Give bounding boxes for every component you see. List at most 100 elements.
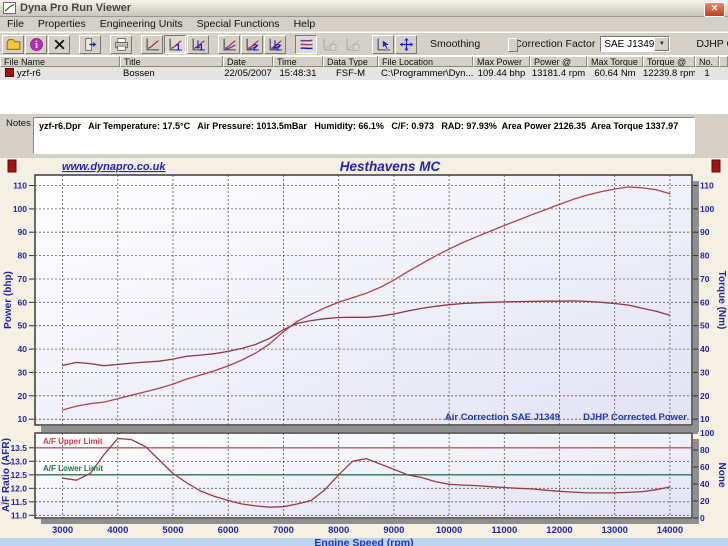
svg-text:110: 110: [13, 181, 27, 191]
graph-multi-icon[interactable]: [218, 34, 240, 54]
af-plot-shadow-bottom: [41, 519, 699, 524]
svg-text:9000: 9000: [383, 525, 404, 536]
svg-text:5000: 5000: [162, 525, 183, 536]
svg-text:60: 60: [18, 297, 28, 307]
cell-torque-at: 12239.8 rpm: [643, 68, 695, 79]
cell-title: Bossen: [123, 68, 155, 79]
col-time[interactable]: Time: [273, 56, 323, 67]
svg-text:50: 50: [700, 321, 710, 331]
svg-text:30: 30: [700, 367, 710, 377]
svg-text:10: 10: [700, 414, 710, 424]
svg-text:40: 40: [18, 344, 28, 354]
col-torque-at[interactable]: Torque @: [643, 56, 695, 67]
close-button[interactable]: ✕: [704, 2, 725, 17]
djhp-annotation: DJHP Corrected Power: [583, 412, 687, 423]
svg-text:7000: 7000: [273, 525, 294, 536]
table-empty-area[interactable]: [0, 80, 728, 114]
graph-1-icon[interactable]: 1: [164, 34, 186, 54]
graph-2-cursor-icon[interactable]: 2: [264, 34, 286, 54]
website-link[interactable]: www.dynapro.co.uk: [62, 161, 166, 173]
none-axis-title: None: [716, 463, 727, 488]
svg-text:13000: 13000: [601, 525, 627, 536]
delete-run-icon[interactable]: [48, 34, 70, 54]
right-cursor-marker[interactable]: [711, 159, 721, 173]
cell-max-power: 109.44 bhp: [477, 68, 526, 79]
app-window: Dyna Pro Run Viewer ✕ File Properties En…: [0, 0, 728, 546]
svg-text:13.0: 13.0: [10, 456, 27, 466]
afr-axis-title: A/F Ratio (AFR): [1, 438, 12, 512]
cell-no: 1: [704, 68, 710, 79]
svg-text:2: 2: [252, 42, 257, 52]
open-run-icon[interactable]: [2, 34, 24, 54]
svg-text:30: 30: [18, 367, 28, 377]
col-title[interactable]: Title: [120, 56, 223, 67]
af-plot-bg: [35, 433, 692, 518]
correction-factor-value: SAE J1349: [604, 38, 655, 50]
cell-date: 22/05/2007: [224, 68, 272, 79]
pointer-mode-icon[interactable]: [372, 34, 394, 54]
smoothing-slider-thumb[interactable]: [508, 38, 519, 52]
window-title: Dyna Pro Run Viewer: [20, 2, 132, 14]
svg-text:8000: 8000: [328, 525, 349, 536]
dropdown-arrow-icon[interactable]: ▼: [654, 37, 670, 51]
svg-text:80: 80: [700, 445, 710, 455]
svg-text:80: 80: [700, 251, 710, 261]
col-no[interactable]: No.: [695, 56, 719, 67]
col-power-at[interactable]: Power @: [530, 56, 587, 67]
svg-text:13.5: 13.5: [10, 443, 27, 453]
col-data-type[interactable]: Data Type: [323, 56, 378, 67]
table-row[interactable]: yzf-r6 Bossen 22/05/2007 15:48:31 FSF-M …: [0, 67, 728, 80]
correction-factor-dropdown[interactable]: SAE J1349 ▼: [600, 36, 671, 52]
col-max-torque[interactable]: Max Torque: [587, 56, 643, 67]
svg-text:20: 20: [18, 391, 28, 401]
graph-view-icon[interactable]: [141, 34, 163, 54]
svg-text:70: 70: [700, 274, 710, 284]
svg-text:i: i: [35, 39, 38, 50]
smoothing-label: Smoothing: [430, 38, 481, 50]
svg-text:100: 100: [13, 204, 27, 214]
graph-1-cursor-icon[interactable]: 1: [187, 34, 209, 54]
dyno-chart-panel: 10 10 20 20 30 30 40 40 50 50 60 60 70 70 80 80 90 90 100 1…: [0, 158, 728, 546]
exit-icon[interactable]: [79, 34, 101, 54]
svg-text:1: 1: [175, 42, 180, 52]
col-date[interactable]: Date: [223, 56, 273, 67]
svg-text:0: 0: [700, 513, 705, 523]
main-plot-shadow-bottom: [41, 426, 699, 432]
svg-text:40: 40: [700, 344, 710, 354]
menu-help[interactable]: Help: [287, 18, 323, 30]
af-lower-limit-label: A/F Lower Limit: [43, 464, 103, 473]
svg-text:11000: 11000: [491, 525, 517, 536]
menu-file[interactable]: File: [0, 18, 31, 30]
left-cursor-marker[interactable]: [7, 159, 17, 173]
svg-text:50: 50: [18, 321, 28, 331]
menu-properties[interactable]: Properties: [31, 18, 93, 30]
notes-section: Notes yzf-r6.Dpr Air Temperature: 17.5°C…: [0, 114, 728, 158]
svg-text:12.5: 12.5: [10, 470, 27, 480]
djhp-correction-label: DJHP Correction: [696, 38, 728, 50]
main-plot-shadow-right: [693, 181, 699, 431]
notes-label: Notes: [6, 118, 31, 129]
title-bar: Dyna Pro Run Viewer ✕: [0, 0, 728, 17]
run-info-icon[interactable]: i: [25, 34, 47, 54]
cell-data-type: FSF-M: [335, 68, 366, 79]
menu-engineering-units[interactable]: Engineering Units: [93, 18, 190, 30]
svg-text:40: 40: [700, 479, 710, 489]
col-file-name[interactable]: File Name: [0, 56, 120, 67]
run-table-header: File Name Title Date Time Data Type File…: [0, 56, 728, 67]
svg-text:12000: 12000: [546, 525, 572, 536]
svg-text:12.0: 12.0: [10, 483, 27, 493]
svg-text:20: 20: [700, 496, 710, 506]
split-cursor-icon[interactable]: [395, 34, 417, 54]
correction-factor-label: Correction Factor: [514, 38, 596, 50]
svg-text:11.0: 11.0: [11, 510, 27, 520]
cell-file-name: yzf-r6: [0, 68, 120, 79]
graph-2-icon[interactable]: 2: [241, 34, 263, 54]
col-max-power[interactable]: Max Power: [473, 56, 530, 67]
graph-overlay-icon[interactable]: [295, 34, 317, 54]
svg-text:3000: 3000: [52, 525, 73, 536]
col-file-location[interactable]: File Location: [378, 56, 473, 67]
main-plot-bg: [35, 175, 692, 425]
menu-special-functions[interactable]: Special Functions: [190, 18, 287, 30]
print-icon[interactable]: [110, 34, 132, 54]
notes-text-box[interactable]: yzf-r6.Dpr Air Temperature: 17.5°C Air P…: [33, 117, 695, 154]
